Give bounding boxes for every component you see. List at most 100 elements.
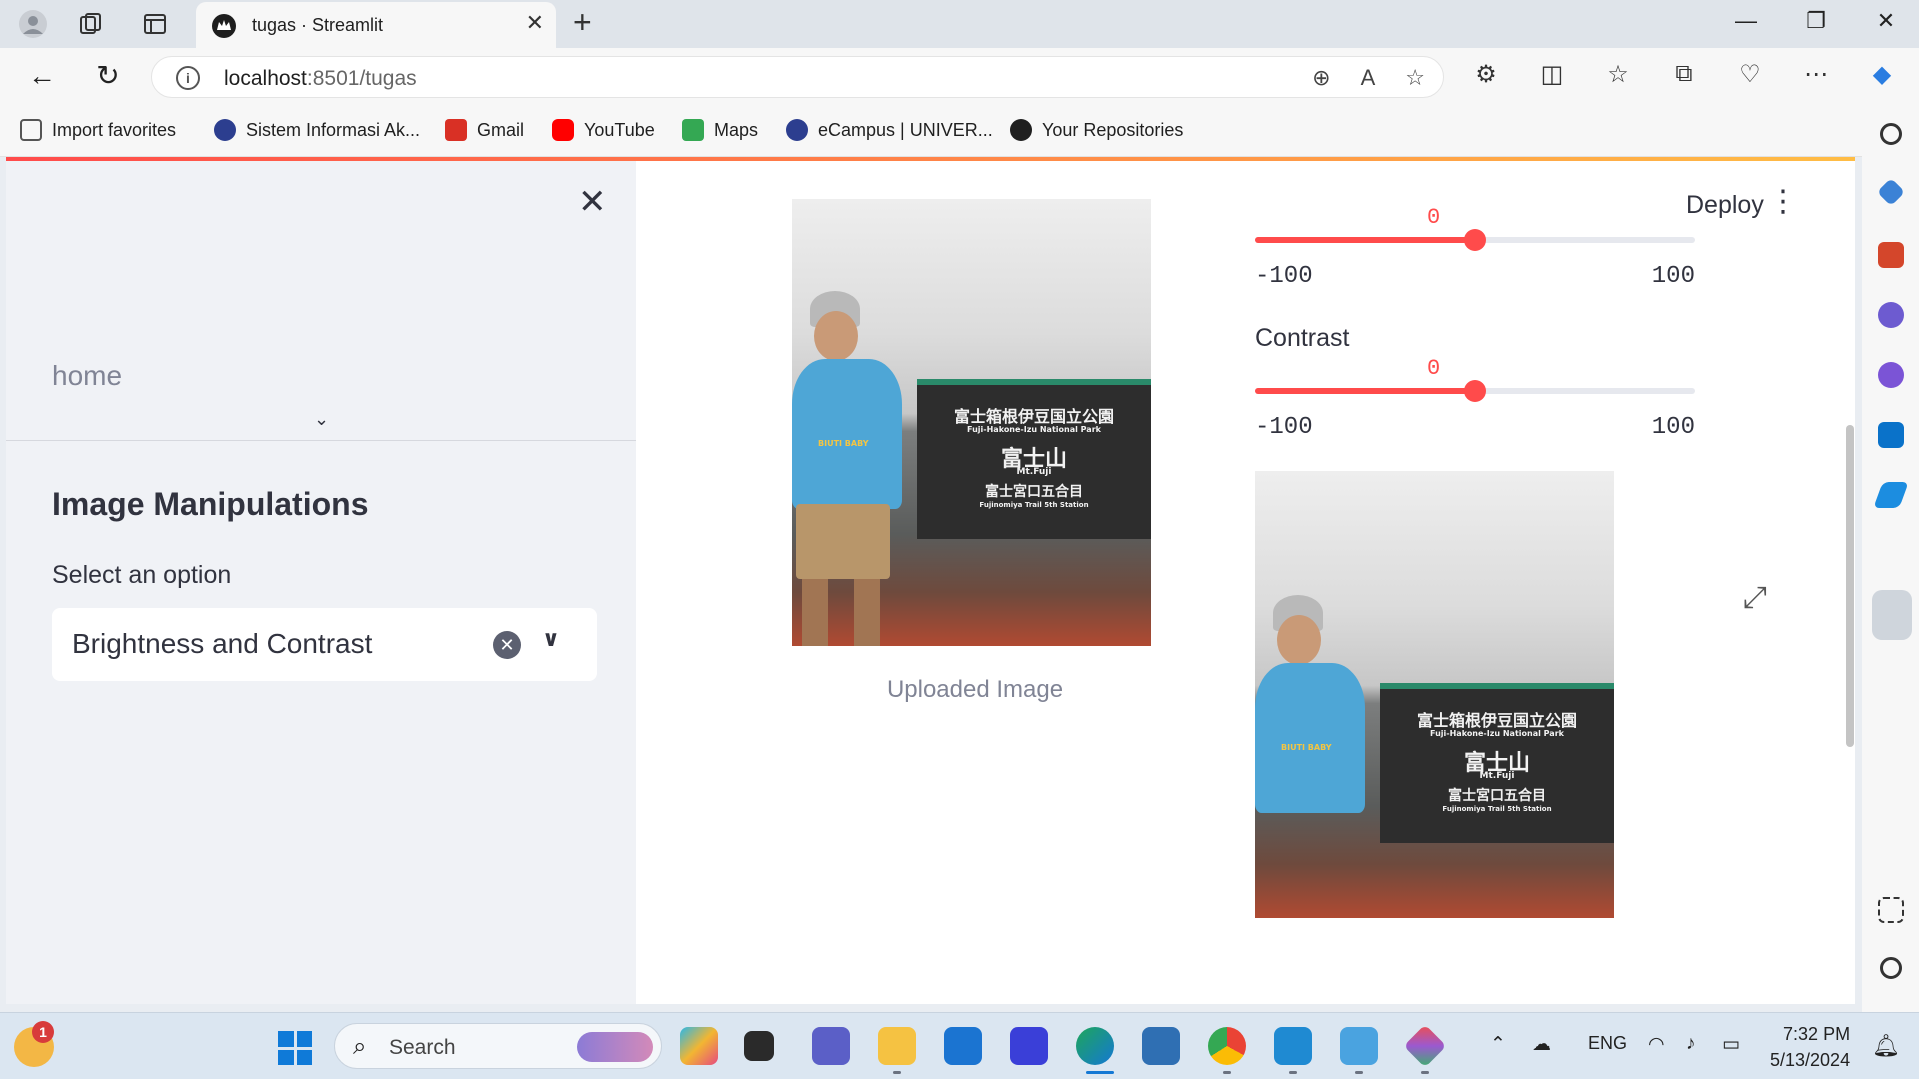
more-menu-icon[interactable]: ⋯ bbox=[1800, 60, 1832, 89]
remote-desktop-icon[interactable] bbox=[1142, 1027, 1180, 1065]
select-value: Brightness and Contrast bbox=[72, 628, 373, 659]
url-field[interactable]: i localhost:8501/tugas ⊕ A ☆ bbox=[151, 56, 1444, 98]
search-icon: ⌕ bbox=[353, 1033, 367, 1060]
bookmark-ecampus[interactable]: eCampus | UNIVER... bbox=[786, 119, 993, 141]
person-leg bbox=[854, 579, 880, 646]
sidebar-settings-icon[interactable] bbox=[1880, 957, 1902, 979]
person-leg bbox=[802, 579, 828, 646]
bookmark-import-favorites[interactable]: Import favorites bbox=[20, 119, 176, 141]
profile-icon[interactable] bbox=[16, 8, 50, 40]
sidebar-nav-home[interactable]: home bbox=[52, 360, 122, 392]
copilot-app-icon[interactable] bbox=[680, 1027, 718, 1065]
youtube-icon bbox=[552, 119, 574, 141]
copilot-icon[interactable]: ◆ bbox=[1866, 60, 1898, 89]
bookmark-gmail[interactable]: Gmail bbox=[445, 119, 524, 141]
tab-tugas[interactable]: tugas · Streamlit ✕ bbox=[196, 2, 556, 48]
notification-badge: 1 bbox=[32, 1021, 54, 1043]
contrast-slider[interactable]: 0 -100 100 bbox=[1255, 352, 1695, 452]
fullscreen-expand-icon[interactable]: ⤢ bbox=[1743, 581, 1767, 615]
brightness-slider[interactable]: 0 -100 100 bbox=[1255, 201, 1695, 301]
browser-tab-bar: tugas · Streamlit ✕ + — ❐ ✕ bbox=[0, 0, 1919, 48]
tab-actions-icon[interactable] bbox=[138, 8, 172, 40]
split-screen-icon[interactable]: ◫ bbox=[1536, 60, 1568, 89]
minimize-icon[interactable]: — bbox=[1716, 8, 1776, 34]
windows-start-icon[interactable] bbox=[278, 1031, 312, 1065]
clear-icon[interactable]: ✕ bbox=[493, 631, 521, 659]
drop-icon[interactable] bbox=[1873, 482, 1909, 508]
running-indicator bbox=[1289, 1071, 1297, 1074]
vscode-icon[interactable] bbox=[1274, 1027, 1312, 1065]
language-indicator[interactable]: ENG bbox=[1588, 1033, 1627, 1054]
new-tab-icon[interactable]: + bbox=[573, 6, 592, 38]
deploy-button[interactable]: Deploy bbox=[1686, 191, 1764, 220]
workspaces-icon[interactable] bbox=[74, 8, 108, 40]
teams-icon[interactable] bbox=[812, 1027, 850, 1065]
main-menu-icon[interactable]: ⋮ bbox=[1768, 187, 1798, 217]
uploaded-image-caption: Uploaded Image bbox=[886, 676, 1064, 703]
battery-icon[interactable]: ▭ bbox=[1722, 1033, 1740, 1056]
uploaded-image: 富士箱根伊豆国立公園 Fuji-Hakone-Izu National Park… bbox=[792, 199, 1151, 646]
window-close-icon[interactable]: ✕ bbox=[1856, 8, 1916, 34]
extensions-icon[interactable]: ⚙ bbox=[1470, 60, 1502, 89]
slider-value: 0 bbox=[1427, 205, 1441, 230]
microsoft-store-icon[interactable] bbox=[944, 1027, 982, 1065]
back-arrow-icon[interactable]: ← bbox=[22, 58, 62, 94]
person-shorts bbox=[796, 504, 890, 579]
slider-thumb[interactable] bbox=[1464, 229, 1486, 251]
tools-icon[interactable] bbox=[1878, 242, 1904, 268]
edge-sidebar bbox=[1862, 105, 1919, 1012]
system-clock[interactable]: 7:32 PM 5/13/2024 bbox=[1770, 1021, 1850, 1073]
notification-bell-icon[interactable]: 🔔︎ bbox=[1872, 1033, 1900, 1059]
app-launcher-icon[interactable] bbox=[1872, 590, 1912, 640]
chevron-down-icon[interactable]: ⌄ bbox=[314, 409, 329, 430]
onedrive-icon[interactable]: ☁ bbox=[1532, 1033, 1551, 1056]
chrome-icon[interactable] bbox=[1208, 1027, 1246, 1065]
bookmark-sistem-informasi[interactable]: Sistem Informasi Ak... bbox=[214, 119, 420, 141]
favorites-icon[interactable]: ☆ bbox=[1602, 60, 1634, 89]
main-scrollbar[interactable] bbox=[1846, 425, 1854, 747]
favorite-star-icon[interactable]: ☆ bbox=[1405, 65, 1425, 91]
taskbar-search[interactable]: ⌕ Search bbox=[334, 1023, 662, 1069]
git-kraken-icon[interactable] bbox=[1403, 1024, 1447, 1068]
close-sidebar-icon[interactable]: ✕ bbox=[578, 185, 607, 219]
select-label: Select an option bbox=[52, 561, 232, 589]
tab-close-icon[interactable]: ✕ bbox=[526, 10, 544, 36]
bookmark-your-repositories[interactable]: Your Repositories bbox=[1010, 119, 1183, 141]
search-icon[interactable] bbox=[1880, 123, 1902, 145]
browser-essentials-icon[interactable]: ♡ bbox=[1734, 60, 1766, 89]
bookmark-maps[interactable]: Maps bbox=[682, 119, 758, 141]
collections-icon[interactable]: ⧉ bbox=[1668, 60, 1700, 89]
notes-app-icon[interactable] bbox=[1010, 1027, 1048, 1065]
chevron-down-icon[interactable]: ∨ bbox=[542, 626, 560, 652]
option-select[interactable]: Brightness and Contrast ✕ ∨ bbox=[52, 608, 597, 681]
running-indicator bbox=[1355, 1071, 1363, 1074]
read-aloud-icon[interactable]: A bbox=[1361, 65, 1376, 91]
task-view-icon[interactable] bbox=[744, 1031, 774, 1061]
outlook-icon[interactable] bbox=[1878, 422, 1904, 448]
volume-icon[interactable]: ♪ bbox=[1686, 1033, 1696, 1055]
games-icon[interactable] bbox=[1878, 302, 1904, 328]
shopping-tag-icon[interactable] bbox=[1876, 177, 1906, 207]
sidebar-heading: Image Manipulations bbox=[52, 486, 369, 522]
person-head bbox=[814, 311, 858, 361]
running-indicator bbox=[1223, 1071, 1231, 1074]
site-info-icon[interactable]: i bbox=[176, 66, 200, 90]
slider-thumb[interactable] bbox=[1464, 380, 1486, 402]
chevron-up-icon[interactable]: ⌃ bbox=[1490, 1033, 1506, 1056]
app-window-icon[interactable] bbox=[1340, 1027, 1378, 1065]
address-bar-row: ← ↻ i localhost:8501/tugas ⊕ A ☆ ⚙ ◫ ☆ ⧉… bbox=[0, 48, 1919, 105]
bookmark-youtube[interactable]: YouTube bbox=[552, 119, 655, 141]
reload-icon[interactable]: ↻ bbox=[88, 58, 128, 94]
slider-fill bbox=[1255, 237, 1475, 243]
active-indicator bbox=[1086, 1071, 1114, 1074]
main-content: Deploy ⋮ 富士箱根伊豆国立公園 Fuji-Hakone-Izu Nati… bbox=[636, 161, 1855, 1004]
restore-icon[interactable]: ❐ bbox=[1786, 8, 1846, 34]
screenshot-icon[interactable] bbox=[1878, 897, 1904, 923]
slider-max: 100 bbox=[1651, 414, 1695, 441]
file-explorer-icon[interactable] bbox=[878, 1027, 916, 1065]
zoom-icon[interactable]: ⊕ bbox=[1312, 65, 1330, 91]
streamlit-app: ✕ home ⌄ Image Manipulations Select an o… bbox=[6, 157, 1855, 1004]
wifi-icon[interactable]: ◠ bbox=[1648, 1033, 1665, 1056]
microsoft-365-icon[interactable] bbox=[1878, 362, 1904, 388]
edge-icon[interactable] bbox=[1076, 1027, 1114, 1065]
